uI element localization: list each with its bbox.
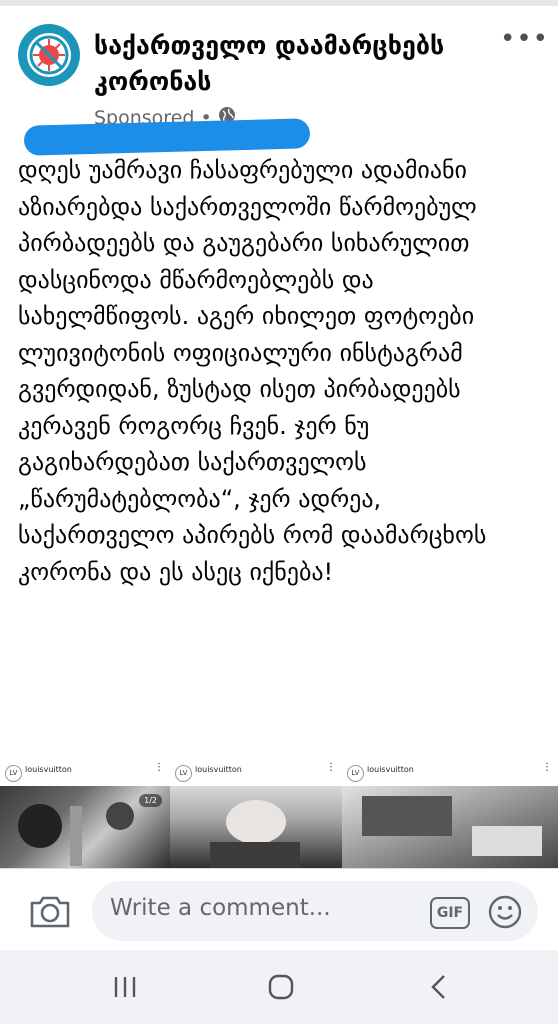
camera-icon[interactable]: [28, 891, 72, 931]
virus-icon: [27, 33, 71, 77]
more-icon: ⋮: [154, 762, 164, 773]
lv-logo-icon: LV: [175, 765, 192, 782]
emoji-icon[interactable]: [488, 895, 522, 929]
more-options-icon[interactable]: •••: [500, 24, 549, 54]
redaction-scribble: [23, 118, 311, 156]
home-icon[interactable]: [266, 972, 296, 1002]
more-icon: ⋮: [326, 762, 336, 773]
instagram-header: LV louisvuitton ⋮: [170, 760, 342, 786]
recent-apps-icon[interactable]: [110, 972, 140, 1002]
instagram-username: louisvuitton: [25, 765, 72, 774]
worker-photo: [170, 786, 342, 868]
more-icon: ⋮: [542, 762, 552, 773]
back-icon[interactable]: [424, 972, 454, 1002]
comment-placeholder: Write a comment...: [110, 895, 331, 921]
page-avatar[interactable]: [18, 24, 80, 86]
gallery-photo-2[interactable]: LV louisvuitton ⋮: [170, 760, 342, 868]
gallery-photo-3[interactable]: LV louisvuitton ⋮: [342, 760, 558, 868]
comment-bar: Write a comment... GIF: [0, 868, 558, 951]
workshop-photo: [342, 786, 558, 868]
comment-input[interactable]: Write a comment... GIF: [92, 881, 538, 941]
instagram-header: LV louisvuitton ⋮: [0, 760, 170, 786]
page-name[interactable]: საქართველო დაამარცხებს კორონას: [94, 28, 474, 100]
lv-logo-icon: LV: [5, 765, 22, 782]
instagram-username: louisvuitton: [367, 765, 414, 774]
photo-gallery: LV louisvuitton ⋮ 1/2 LV louisvuitton ⋮ …: [0, 760, 558, 868]
post-header: საქართველო დაამარცხებს კორონას ••• Spons…: [0, 6, 558, 156]
instagram-username: louisvuitton: [195, 765, 242, 774]
post-text: დღეს უამრავი ჩასაფრებული ადამიანი აზიარე…: [18, 156, 487, 586]
gif-button[interactable]: GIF: [430, 897, 470, 929]
photo-counter: 1/2: [139, 794, 162, 807]
lv-logo-icon: LV: [347, 765, 364, 782]
android-nav-bar: [0, 950, 558, 1024]
gallery-photo-1[interactable]: LV louisvuitton ⋮ 1/2: [0, 760, 170, 868]
instagram-header: LV louisvuitton ⋮: [342, 760, 558, 786]
